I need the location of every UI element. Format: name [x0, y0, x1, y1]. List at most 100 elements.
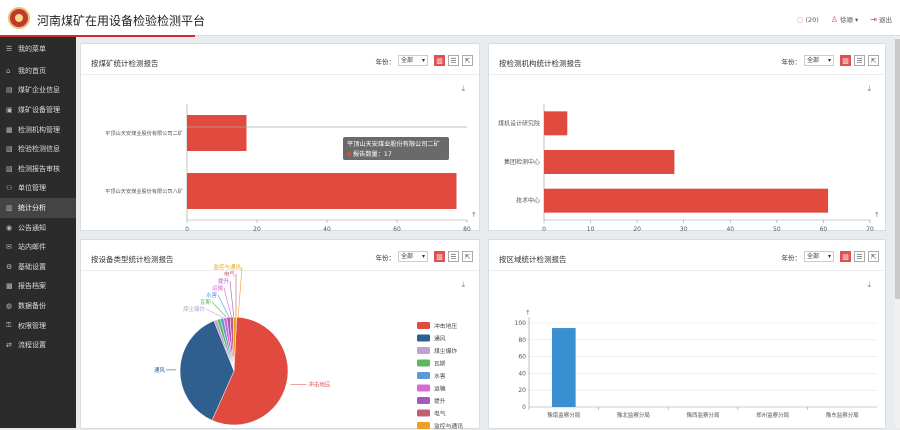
- audit-icon: ▨: [6, 164, 13, 173]
- user-name: 徐顺: [839, 16, 853, 24]
- category-label: 平顶山天安煤业股份有限公司二矿: [105, 129, 183, 137]
- legend-swatch: [417, 397, 430, 404]
- scrollbar[interactable]: [895, 37, 900, 428]
- sidebar-item-label: 煤矿设备管理: [18, 105, 60, 114]
- x-tick-label: 40: [726, 226, 734, 232]
- messages-button[interactable]: ◌ (20): [796, 15, 818, 24]
- tooltip-marker: [347, 152, 351, 156]
- sidebar-item-14[interactable]: ⚿ 权限管理: [0, 316, 76, 336]
- gear-icon: ⚙: [6, 262, 13, 271]
- sidebar-item-11[interactable]: ⚙ 基础设置: [0, 257, 76, 277]
- x-tick-label: 豫西监察分局: [686, 411, 719, 419]
- sidebar-item-label: 检测机构管理: [18, 125, 60, 134]
- sidebar-item-5[interactable]: ▧ 检验检测信息: [0, 139, 76, 159]
- bar: [544, 188, 829, 213]
- y-tick-label: 100: [515, 320, 527, 327]
- sidebar-item-label: 流程设置: [18, 341, 46, 350]
- logout-button[interactable]: ⇥ 退出: [870, 14, 892, 24]
- sidebar-item-4[interactable]: ▦ 检测机构管理: [0, 120, 76, 140]
- bar-chart-by-mine: 0 20 40 60 80平顶山天安煤业股份有限公司八矿平顶山天安煤业股份有限公司二矿↑…: [105, 104, 477, 232]
- app-header: 河南煤矿在用设备检验检测平台 ◌ (20) ♙ 徐顺 ▾ ⇥ 退出: [0, 0, 900, 36]
- legend-label: 电气: [434, 410, 446, 418]
- sidebar-item-0[interactable]: ☰ 我的菜单: [0, 37, 76, 61]
- chart-icon: ▤: [6, 86, 13, 95]
- sidebar-item-9[interactable]: ◉ 公告通知: [0, 218, 76, 238]
- legend-swatch: [417, 372, 430, 379]
- logo: [8, 7, 30, 29]
- legend-swatch: [417, 347, 430, 354]
- axis-arrow: ↑: [525, 309, 531, 317]
- pie-label: 煤尘爆炸: [183, 305, 206, 313]
- sidebar-item-15[interactable]: ⇄ 流程设置: [0, 335, 76, 355]
- sidebar-item-3[interactable]: ▣ 煤矿设备管理: [0, 100, 76, 120]
- legend-label: 监控与通讯: [434, 422, 463, 430]
- sidebar-item-2[interactable]: ▤ 煤矿企业信息: [0, 81, 76, 101]
- pie-label: 通风: [154, 366, 166, 374]
- pie-label: 运输: [212, 284, 224, 292]
- message-count: (20): [805, 15, 819, 24]
- sidebar-item-8[interactable]: ▥ 统计分析: [0, 198, 76, 218]
- y-tick-label: 0: [522, 404, 526, 411]
- bar: [544, 111, 568, 136]
- tooltip-value: 报告数量：17: [353, 150, 392, 158]
- org-icon: ⚇: [6, 184, 13, 193]
- sidebar-item-label: 我的菜单: [18, 45, 46, 53]
- legend-label: 通风: [434, 335, 446, 343]
- logout-icon: ⇥: [870, 15, 877, 24]
- logout-label: 退出: [879, 16, 892, 24]
- pie-chart-by-device-type: 冲击地压通风煤尘爆炸瓦斯水害运输提升电气监控与通讯冲击地压通风煤尘爆炸瓦斯水害运…: [154, 263, 463, 430]
- building-icon: ▦: [6, 125, 13, 134]
- x-tick-label: 豫南监察分局: [547, 411, 580, 419]
- message-icon: ◌: [796, 14, 804, 24]
- panel-by-mine: 按煤矿统计检测报告 年份：全部▥☰⇱ ⤓ 020406080平顶山天安煤业股份有…: [80, 43, 480, 232]
- legend-swatch: [417, 384, 430, 392]
- lock-icon: ⚿: [6, 321, 12, 330]
- sidebar-item-6[interactable]: ▨ 检测报告审核: [0, 159, 76, 179]
- tooltip-title: 平顶山天安煤业股份有限公司二矿: [347, 140, 440, 148]
- main-content: 按煤矿统计检测报告 年份：全部▥☰⇱ ⤓ 020406080平顶山天安煤业股份有…: [76, 37, 900, 430]
- x-tick-label: 60: [820, 226, 828, 232]
- sidebar-item-label: 单位管理: [18, 184, 46, 193]
- sidebar-item-12[interactable]: ▩ 报告档案: [0, 277, 76, 297]
- x-tick-label: 0: [185, 226, 189, 232]
- legend-label: 提升: [434, 397, 446, 405]
- legend-label: 冲击地压: [434, 322, 457, 330]
- pie-label: 瓦斯: [200, 298, 212, 306]
- x-tick-label: 郑州监察分局: [756, 411, 789, 419]
- user-menu[interactable]: ♙ 徐顺 ▾: [831, 14, 859, 24]
- backup-icon: ◍: [6, 301, 13, 310]
- bar-chart-by-agency: 0 10 20 30 40 50 60 70 技术中心 集团检测中心煤机设计研究院 ↑: [498, 104, 880, 232]
- user-icon: ♙: [830, 15, 838, 24]
- sidebar-item-label: 公告通知: [18, 223, 46, 232]
- home-icon: ⌂: [6, 66, 11, 75]
- sidebar-item-label: 站内邮件: [18, 243, 46, 252]
- sidebar-item-10[interactable]: ✉ 站内邮件: [0, 237, 76, 257]
- sidebar-item-label: 权限管理: [18, 321, 46, 330]
- x-tick-label: 20: [633, 226, 641, 232]
- y-tick-label: 40: [518, 370, 526, 377]
- bar-chart-by-region: 0 20 40 60 80 100 ↑ 豫南监察分局 豫北监察分局 豫西监察分局 郑州监察分局 豫东监…: [515, 309, 877, 419]
- x-tick-label: 70: [866, 226, 874, 232]
- sidebar: ☰ 我的菜单 ⌂ 我的首页 ▤ 煤矿企业信息 ▣ 煤矿设备管理 ▦ 检测机构管理 ▧ 检验检测信息 ▨ 检…: [0, 37, 76, 428]
- sidebar-item-label: 煤矿企业信息: [18, 86, 60, 95]
- x-tick-label: 60: [393, 226, 401, 232]
- bar: [544, 150, 675, 174]
- mail-icon: ✉: [6, 243, 12, 252]
- doc-icon: ▧: [6, 145, 13, 154]
- sidebar-item-1[interactable]: ⌂ 我的首页: [0, 61, 76, 81]
- bar: [187, 115, 247, 151]
- chart-tooltip: 平顶山天安煤业股份有限公司二矿报告数量：17: [343, 137, 449, 160]
- x-tick-label: 50: [773, 226, 781, 232]
- legend-label: 水害: [434, 372, 446, 380]
- x-tick-label: 0: [542, 226, 546, 232]
- category-label: 集团检测中心: [504, 158, 540, 166]
- x-tick-label: 20: [253, 226, 261, 232]
- scrollbar-thumb[interactable]: [895, 39, 900, 299]
- sidebar-item-7[interactable]: ⚇ 单位管理: [0, 179, 76, 199]
- stats-icon: ▥: [6, 203, 13, 212]
- sidebar-item-13[interactable]: ◍ 数据备份: [0, 296, 76, 316]
- x-tick-label: 10: [587, 226, 595, 232]
- pie-label: 冲击地压: [308, 380, 331, 388]
- menu-icon: ☰: [6, 45, 13, 53]
- pie-label: 监控与通讯: [213, 263, 241, 271]
